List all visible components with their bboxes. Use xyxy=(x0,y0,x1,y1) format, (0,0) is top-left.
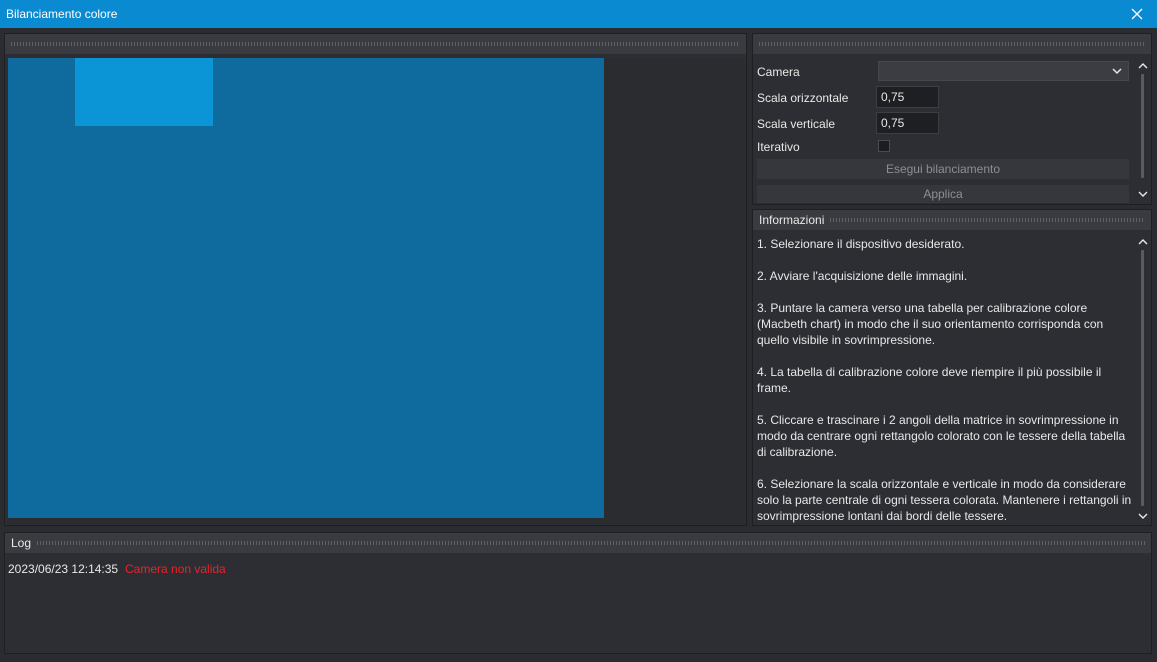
scrollbar-thumb[interactable] xyxy=(1141,250,1144,506)
calibration-overlay[interactable] xyxy=(75,58,213,126)
window-title: Bilanciamento colore xyxy=(6,7,118,21)
iterativo-checkbox[interactable] xyxy=(878,140,890,152)
applica-button[interactable]: Applica xyxy=(757,185,1129,203)
close-button[interactable] xyxy=(1117,0,1157,28)
esegui-bilanciamento-button[interactable]: Esegui bilanciamento xyxy=(757,159,1129,179)
log-timestamp: 2023/06/23 12:14:35 xyxy=(8,562,119,576)
camera-label: Camera xyxy=(757,65,800,79)
chevron-up-icon xyxy=(1138,239,1148,245)
iterativo-label: Iterativo xyxy=(757,140,800,154)
preview-panel xyxy=(4,33,747,526)
preview-image[interactable] xyxy=(8,58,604,518)
scala-verticale-input[interactable]: 0,75 xyxy=(876,112,939,134)
close-icon xyxy=(1131,8,1143,20)
camera-select[interactable] xyxy=(878,61,1129,81)
info-panel-header[interactable]: Informazioni xyxy=(753,210,1151,230)
scala-orizzontale-row: Scala orizzontale xyxy=(757,91,848,105)
info-step: 2. Avviare l'acquisizione delle immagini… xyxy=(757,269,968,283)
scroll-up-button[interactable] xyxy=(1137,60,1149,72)
info-step: 5. Cliccare e trascinare i 2 angoli dell… xyxy=(757,413,1126,459)
settings-panel: Camera Scala orizzontale 0,75 Scala vert… xyxy=(752,33,1152,205)
iterativo-row: Iterativo xyxy=(757,140,800,154)
info-step: 3. Puntare la camera verso una tabella p… xyxy=(757,301,1104,347)
scrollbar-thumb[interactable] xyxy=(1141,74,1144,178)
info-step: 1. Selezionare il dispositivo desiderato… xyxy=(757,237,965,251)
chevron-down-icon xyxy=(1138,191,1148,197)
log-entry: 2023/06/23 12:14:35 Camera non valida xyxy=(8,562,226,576)
scala-orizzontale-label: Scala orizzontale xyxy=(757,91,849,105)
info-panel-title: Informazioni xyxy=(759,213,825,227)
info-text: 1. Selezionare il dispositivo desiderato… xyxy=(757,236,1133,525)
info-scrollbar[interactable] xyxy=(1137,236,1149,524)
preview-panel-header[interactable] xyxy=(5,34,746,54)
info-step: 6. Selezionare la scala orizzontale e ve… xyxy=(757,477,1132,523)
settings-scrollbar[interactable] xyxy=(1137,60,1149,202)
log-panel-title: Log xyxy=(11,536,32,550)
log-panel: Log 2023/06/23 12:14:35 Camera non valid… xyxy=(4,532,1152,654)
drag-grip[interactable] xyxy=(759,42,1145,46)
info-panel: Informazioni 1. Selezionare il dispositi… xyxy=(752,209,1152,526)
camera-preview[interactable] xyxy=(8,58,745,524)
scala-verticale-label: Scala verticale xyxy=(757,117,836,131)
scroll-up-button[interactable] xyxy=(1137,236,1149,248)
drag-grip[interactable] xyxy=(37,541,1145,545)
chevron-down-icon xyxy=(1112,68,1122,75)
title-bar: Bilanciamento colore xyxy=(0,0,1157,28)
drag-grip[interactable] xyxy=(830,218,1145,222)
scroll-down-button[interactable] xyxy=(1137,510,1149,522)
chevron-up-icon xyxy=(1138,63,1148,69)
log-panel-header[interactable]: Log xyxy=(5,533,1151,553)
log-message: Camera non valida xyxy=(125,562,226,576)
settings-panel-header[interactable] xyxy=(753,34,1151,54)
info-step: 4. La tabella di calibrazione colore dev… xyxy=(757,365,1102,395)
drag-grip[interactable] xyxy=(11,42,740,46)
scroll-down-button[interactable] xyxy=(1137,188,1149,200)
status-bar xyxy=(0,655,1157,662)
chevron-down-icon xyxy=(1138,513,1148,519)
scala-verticale-row: Scala verticale xyxy=(757,117,835,131)
camera-row: Camera xyxy=(757,65,800,79)
scala-orizzontale-input[interactable]: 0,75 xyxy=(876,86,939,108)
